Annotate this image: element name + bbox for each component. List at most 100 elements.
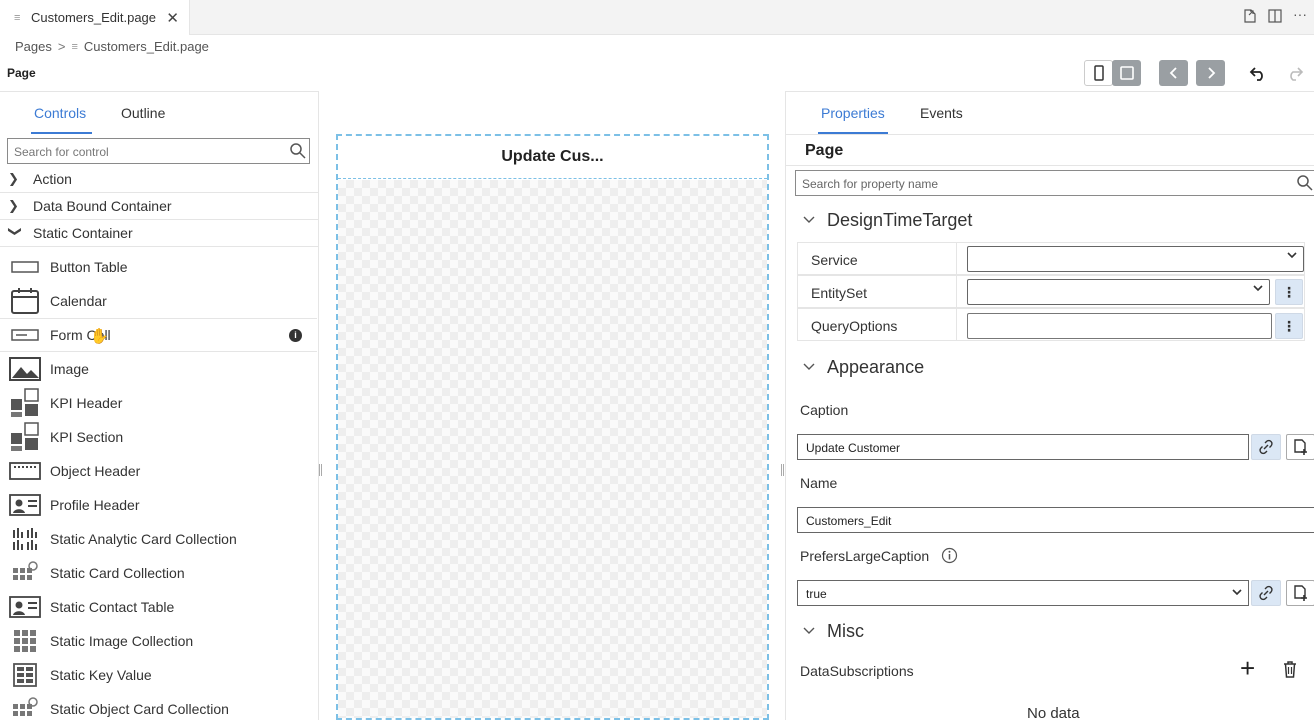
control-button-table[interactable]: Button Table <box>0 250 317 284</box>
tab-controls[interactable]: Controls <box>34 105 86 121</box>
info-icon[interactable] <box>941 547 958 564</box>
property-search-placeholder: Search for property name <box>802 177 939 191</box>
info-icon[interactable]: i <box>289 329 302 342</box>
redo-button[interactable] <box>1280 60 1309 86</box>
canvas-page-header[interactable]: Update Cus... <box>338 136 767 179</box>
object-card-collection-icon <box>0 696 50 720</box>
control-static-analytic-card-collection[interactable]: Static Analytic Card Collection <box>0 522 317 556</box>
editor-tab[interactable]: ≡ Customers_Edit.page ✕ <box>0 0 190 35</box>
breadcrumb-root[interactable]: Pages <box>15 39 52 54</box>
group-data-bound-container[interactable]: ❯ Data Bound Container <box>0 193 319 220</box>
caption-input[interactable]: Update Customer <box>797 434 1249 460</box>
add-icon[interactable]: + <box>1240 653 1255 684</box>
tablet-icon <box>1119 66 1134 80</box>
split-editor-icon[interactable] <box>1267 8 1283 27</box>
control-profile-header[interactable]: Profile Header <box>0 488 317 522</box>
control-static-image-collection[interactable]: Static Image Collection <box>0 624 317 658</box>
open-file-icon[interactable] <box>1242 8 1258 27</box>
control-search-input[interactable]: Search for control <box>7 138 310 164</box>
next-button[interactable] <box>1196 60 1225 86</box>
trash-icon[interactable] <box>1282 660 1298 678</box>
left-splitter-handle[interactable] <box>319 464 322 476</box>
name-input[interactable]: Customers_Edit <box>797 507 1314 533</box>
control-image[interactable]: Image <box>0 352 317 386</box>
previous-button[interactable] <box>1159 60 1188 86</box>
phone-view-button[interactable] <box>1084 60 1113 86</box>
properties-panel: Properties Events Page Search for proper… <box>785 91 1314 720</box>
divider <box>786 134 1314 135</box>
chevron-right-icon <box>1207 67 1215 79</box>
property-row-queryoptions: QueryOptions ⋮ <box>797 308 1305 341</box>
property-search-input[interactable]: Search for property name <box>795 170 1314 196</box>
controls-panel: Controls Outline Search for control ❯ Ac… <box>0 91 319 720</box>
control-object-header[interactable]: Object Header <box>0 454 317 488</box>
button-table-icon <box>0 261 50 273</box>
control-label: Button Table <box>50 259 128 275</box>
control-label: Static Key Value <box>50 667 152 683</box>
prefers-large-caption-select[interactable]: true <box>797 580 1249 606</box>
control-label: KPI Section <box>50 429 124 445</box>
tablet-view-button[interactable] <box>1112 60 1141 86</box>
control-calendar[interactable]: Calendar <box>0 284 317 318</box>
group-action[interactable]: ❯ Action <box>0 166 319 193</box>
queryoptions-input[interactable] <box>967 313 1272 339</box>
property-row-entityset: EntitySet ⋮ <box>797 275 1305 308</box>
no-data-text: No data <box>1027 705 1080 720</box>
caption-bind-button[interactable] <box>1251 434 1281 460</box>
prefers-add-button[interactable] <box>1286 580 1314 606</box>
tab-outline[interactable]: Outline <box>121 105 165 121</box>
service-select[interactable] <box>967 246 1304 272</box>
calendar-icon <box>0 287 50 315</box>
section-design-time-target[interactable]: DesignTimeTarget <box>802 210 972 231</box>
section-misc[interactable]: Misc <box>802 621 864 642</box>
design-canvas[interactable]: Update Cus... <box>336 134 769 720</box>
undo-button[interactable] <box>1243 60 1272 86</box>
canvas-body[interactable] <box>338 180 767 718</box>
select-value: true <box>806 587 827 601</box>
page-label: Page <box>7 66 36 80</box>
control-static-contact-table[interactable]: Static Contact Table <box>0 590 317 624</box>
control-form-cell[interactable]: Form Cell ✋ i <box>0 318 317 352</box>
section-title: Appearance <box>827 357 925 377</box>
more-actions-icon[interactable]: ··· <box>1293 6 1307 22</box>
caption-label: Caption <box>800 402 849 418</box>
chevron-down-icon <box>1253 284 1263 296</box>
divider <box>786 165 1314 166</box>
control-static-object-card-collection[interactable]: Static Object Card Collection <box>0 692 317 720</box>
chevron-down-icon <box>802 361 827 375</box>
entityset-select[interactable] <box>967 279 1270 305</box>
phone-icon <box>1093 65 1104 81</box>
redo-icon <box>1289 67 1303 81</box>
control-label: Calendar <box>50 293 107 309</box>
section-appearance[interactable]: Appearance <box>802 357 924 378</box>
section-title: DesignTimeTarget <box>827 210 973 230</box>
analytic-card-icon <box>0 526 50 552</box>
group-static-container[interactable]: ❯ Static Container <box>0 220 319 247</box>
tab-title: Customers_Edit.page <box>31 10 157 25</box>
tab-properties[interactable]: Properties <box>821 105 885 121</box>
search-icon[interactable] <box>289 142 307 160</box>
control-label: Static Object Card Collection <box>50 701 229 717</box>
chevron-down-icon <box>1287 251 1297 263</box>
right-splitter-handle[interactable] <box>781 464 784 476</box>
entityset-more-button[interactable]: ⋮ <box>1275 279 1303 305</box>
control-kpi-header[interactable]: KPI Header <box>0 386 317 420</box>
control-static-key-value[interactable]: Static Key Value <box>0 658 317 692</box>
breadcrumb-current: Customers_Edit.page <box>83 39 209 54</box>
breadcrumb: Pages > ≡ Customers_Edit.page <box>15 39 209 54</box>
section-title: Misc <box>827 621 864 641</box>
contact-table-icon <box>0 596 50 618</box>
tab-events[interactable]: Events <box>920 105 963 121</box>
caption-add-button[interactable] <box>1286 434 1314 460</box>
control-search-placeholder: Search for control <box>14 145 109 159</box>
chevron-down-icon <box>1232 589 1242 596</box>
property-label: Service <box>811 252 858 268</box>
control-static-card-collection[interactable]: Static Card Collection <box>0 556 317 590</box>
close-tab-icon[interactable]: ✕ <box>166 9 179 27</box>
search-icon[interactable] <box>1296 174 1314 192</box>
prefers-bind-button[interactable] <box>1251 580 1281 606</box>
control-label: Object Header <box>50 463 141 479</box>
control-kpi-section[interactable]: KPI Section <box>0 420 317 454</box>
queryoptions-more-button[interactable]: ⋮ <box>1275 313 1303 339</box>
control-label: Image <box>50 361 89 377</box>
